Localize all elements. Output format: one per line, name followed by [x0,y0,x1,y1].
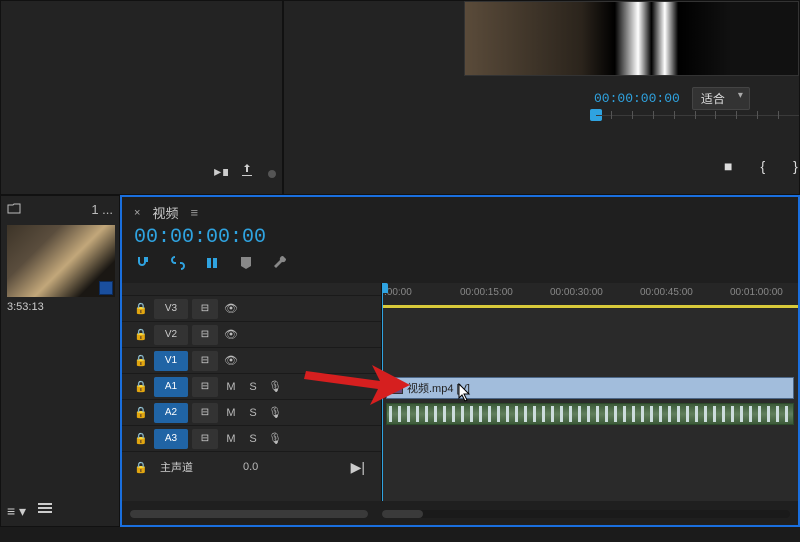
voice-over-icon[interactable]: 🎙 [266,404,284,422]
video-clip[interactable]: 视频.mp4 [V] [386,377,794,399]
ruler-tick-label: 00:01:00:00 [730,287,783,298]
content-h-scroll[interactable] [382,510,790,518]
voice-over-icon[interactable]: 🎙 [266,378,284,396]
zoom-fit-select[interactable]: 适合 [692,87,750,110]
program-preview-image [464,1,799,76]
master-label: 主声道 [160,459,193,475]
lock-icon[interactable]: 🔒 [132,458,150,476]
toggle-output-icon[interactable]: 👁 [222,352,240,370]
add-marker-icon[interactable] [238,255,254,271]
transport-controls: ■ { } |← ◀| ▶ |▶ [724,149,800,182]
play-only-icon[interactable]: ▸∎ [214,163,230,180]
track-row-v3: 🔒 V3 ⊟ 👁 [122,295,381,321]
ruler-tick-label: 00:00:30:00 [550,287,603,298]
annotation-red-arrow [302,359,412,407]
toggle-output-icon[interactable]: 👁 [222,326,240,344]
thumbnail-view-icon[interactable] [38,503,52,520]
clip-duration: 3:53:13 [7,301,113,313]
toggle-output-icon[interactable]: 👁 [222,300,240,318]
track-target-a2[interactable]: A2 [154,403,188,423]
solo-icon[interactable]: S [244,404,262,422]
mark-in-icon[interactable]: { [760,158,765,174]
clip-thumbnail[interactable] [7,225,115,297]
settings-wrench-icon[interactable] [272,255,288,271]
track-header-area: 🔒 V3 ⊟ 👁 🔒 V2 ⊟ 👁 🔒 V1 ⊟ 👁 [122,283,382,501]
timeline-timecode[interactable]: 00:00:00:00 [122,224,798,253]
track-target-v3[interactable]: V3 [154,299,188,319]
track-target-v2[interactable]: V2 [154,325,188,345]
lock-icon[interactable]: 🔒 [132,300,150,318]
timeline-panel: × 视频 ≡ 00:00:00:00 🔒 [120,195,800,527]
sync-lock-icon[interactable]: ⊟ [192,377,218,397]
panel-menu-icon[interactable]: ≡ [190,205,198,220]
ruler-tick-label: :00:00 [384,287,412,298]
track-target-v1[interactable]: V1 [154,351,188,371]
list-view-icon[interactable]: ≡ ▾ [7,503,26,520]
track-target-a1[interactable]: A1 [154,377,188,397]
sync-lock-icon[interactable]: ⊟ [192,351,218,371]
page-indicator: 1 ... [91,202,113,217]
audio-clip[interactable] [386,403,794,425]
program-monitor-panel: 00:00:00:00 适合 ■ { } |← ◀| ▶ |▶ [283,0,800,195]
scroll-indicator [268,170,276,178]
timeline-ruler[interactable]: :00:00 00:00:15:00 00:00:30:00 00:00:45:… [382,283,798,309]
track-row-a3: 🔒 A3 ⊟ M S 🎙 [122,425,381,451]
lock-icon[interactable]: 🔒 [132,378,150,396]
jump-end-icon[interactable]: ▶| [351,459,365,476]
mark-out-icon[interactable]: } [793,158,798,174]
program-ruler[interactable] [590,109,799,135]
lock-icon[interactable]: 🔒 [132,430,150,448]
header-h-scroll[interactable] [130,510,368,518]
lock-icon[interactable]: 🔒 [132,404,150,422]
left-upper-panel: ▸∎ [0,0,283,195]
master-track-row: 🔒 主声道 0.0 ▶| [122,451,381,482]
clip-type-badge-icon [99,281,113,295]
solo-icon[interactable]: S [244,430,262,448]
mouse-cursor-icon [458,383,472,403]
close-tab-icon[interactable]: × [134,207,140,219]
mute-icon[interactable]: M [222,430,240,448]
snap-icon[interactable] [136,255,152,271]
program-timecode[interactable]: 00:00:00:00 [594,91,680,106]
track-row-v2: 🔒 V2 ⊟ 👁 [122,321,381,347]
voice-over-icon[interactable]: 🎙 [266,430,284,448]
mute-icon[interactable]: M [222,404,240,422]
export-icon[interactable] [240,163,254,180]
ruler-tick-label: 00:00:45:00 [640,287,693,298]
sequence-tab-label[interactable]: 视频 [152,203,178,222]
marker-tool-icon[interactable] [204,255,220,271]
solo-icon[interactable]: S [244,378,262,396]
timeline-track-content[interactable]: :00:00 00:00:15:00 00:00:30:00 00:00:45:… [382,283,798,501]
sync-lock-icon[interactable]: ⊟ [192,325,218,345]
sync-lock-icon[interactable]: ⊟ [192,403,218,423]
lock-icon[interactable]: 🔒 [132,352,150,370]
track-target-a3[interactable]: A3 [154,429,188,449]
bin-icon[interactable] [7,202,21,217]
sync-lock-icon[interactable]: ⊟ [192,429,218,449]
linked-selection-icon[interactable] [170,255,186,271]
ruler-tick-label: 00:00:15:00 [460,287,513,298]
stop-icon[interactable]: ■ [724,158,732,174]
project-panel: 1 ... 3:53:13 ≡ ▾ [0,195,120,527]
master-value[interactable]: 0.0 [243,461,258,473]
sync-lock-icon[interactable]: ⊟ [192,299,218,319]
mute-icon[interactable]: M [222,378,240,396]
lock-icon[interactable]: 🔒 [132,326,150,344]
work-area-bar[interactable] [382,305,798,308]
